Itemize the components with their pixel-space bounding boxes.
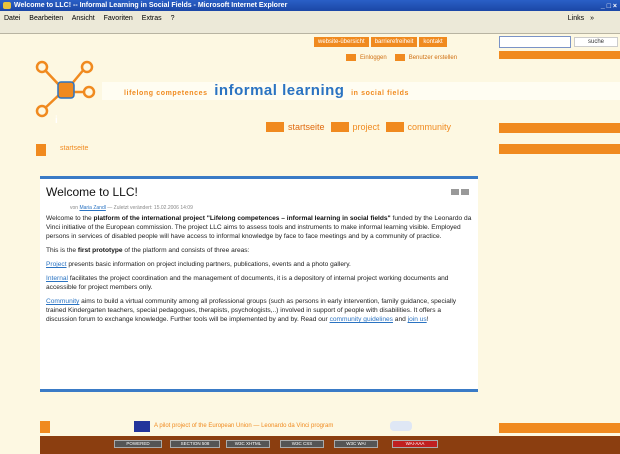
links-more-icon[interactable]: » xyxy=(590,15,594,22)
eu-pilot-text[interactable]: A pilot project of the European Union — … xyxy=(154,423,333,429)
powered-badge[interactable]: POWERED xyxy=(114,440,162,448)
eu-flag-icon xyxy=(134,421,150,432)
breadcrumb-current[interactable]: startseite xyxy=(60,145,88,152)
content-panel: Welcome to LLC! von Maria Zandl — Zuletz… xyxy=(40,176,478,392)
byline-modified: — Zuletzt verändert: 15.02.2006 14:09 xyxy=(107,205,193,211)
window-controls[interactable]: _ □ × xyxy=(601,1,617,11)
print-icon[interactable] xyxy=(461,189,469,195)
login-link[interactable]: Einloggen xyxy=(346,54,387,61)
register-icon xyxy=(394,54,405,61)
css-badge[interactable]: W3C CSS xyxy=(280,440,324,448)
site-banner: lifelong competences informal learning i… xyxy=(102,82,620,100)
project-link[interactable]: Project xyxy=(46,261,67,268)
link-contact[interactable]: kontakt xyxy=(419,37,447,47)
internal-link[interactable]: Internal xyxy=(46,275,68,282)
search-input[interactable] xyxy=(499,36,571,48)
menu-datei[interactable]: Datei xyxy=(4,15,20,22)
panel-bottom-border xyxy=(40,389,478,392)
links-label[interactable]: Links xyxy=(568,15,584,22)
ie-icon xyxy=(3,2,11,9)
nav-item-project[interactable]: project xyxy=(330,122,380,132)
badge-row: POWERED SECTION 508 W3C XHTML W3C CSS W3… xyxy=(40,436,620,454)
document-byline: von Maria Zandl — Zuletzt verändert: 15.… xyxy=(70,205,193,211)
menu-ansicht[interactable]: Ansicht xyxy=(72,15,95,22)
decorative-square xyxy=(40,421,50,433)
join-us-link[interactable]: join us xyxy=(408,316,427,323)
decorative-stripe xyxy=(499,123,620,133)
community-guidelines-link[interactable]: community guidelines xyxy=(330,316,393,323)
breadcrumb-icon xyxy=(36,144,46,156)
decorative-stripe xyxy=(499,144,620,154)
paragraph-intro: Welcome to the platform of the internati… xyxy=(46,215,472,240)
banner-title: informal learning xyxy=(214,82,345,99)
wai-badge[interactable]: W3C WAI xyxy=(334,440,378,448)
community-link[interactable]: Community xyxy=(46,298,79,305)
menu-bearbeiten[interactable]: Bearbeiten xyxy=(29,15,63,22)
decorative-stripe xyxy=(499,51,620,59)
panel-top-border xyxy=(40,176,478,179)
section508-badge[interactable]: SECTION 508 xyxy=(170,440,220,448)
document-actions xyxy=(451,189,469,195)
nav-label: startseite xyxy=(288,122,325,132)
footer: A pilot project of the European Union — … xyxy=(40,421,620,433)
paragraph-project: Project presents basic information on pr… xyxy=(46,261,351,268)
nav-square-icon xyxy=(385,122,404,132)
web-page: website-übersicht barrierefreiheit konta… xyxy=(35,34,620,454)
menu-bar: Datei Bearbeiten Ansicht Favoriten Extra… xyxy=(0,11,620,34)
paragraph-internal: Internal facilitates the project coordin… xyxy=(46,275,449,291)
menu-extras[interactable]: Extras xyxy=(142,15,162,22)
register-link[interactable]: Benutzer erstellen xyxy=(394,54,458,61)
search-button[interactable]: suche xyxy=(574,37,618,47)
menu-help[interactable]: ? xyxy=(171,15,175,22)
paragraph-prototype: This is the first prototype of the platf… xyxy=(46,247,250,254)
main-nav: startseite project community xyxy=(266,122,451,132)
login-links: Einloggen Benutzer erstellen xyxy=(346,54,457,61)
menu-favoriten[interactable]: Favoriten xyxy=(104,15,133,22)
decorative-stripe xyxy=(499,423,620,433)
leonardo-da-vinci-logo[interactable] xyxy=(390,421,412,431)
logo-graphic xyxy=(35,60,96,118)
nav-item-startseite[interactable]: startseite xyxy=(266,122,325,132)
login-icon xyxy=(346,54,356,61)
byline-prefix: von xyxy=(70,205,79,211)
banner-prefix: lifelong competences xyxy=(124,90,208,97)
top-links: website-übersicht barrierefreiheit konta… xyxy=(314,37,447,47)
link-website-overview[interactable]: website-übersicht xyxy=(314,37,369,47)
link-accessibility[interactable]: barrierefreiheit xyxy=(370,37,418,47)
register-label: Benutzer erstellen xyxy=(408,54,458,61)
nav-label: project xyxy=(352,122,380,132)
page-title: Welcome to LLC! xyxy=(46,185,138,199)
nav-square-icon xyxy=(266,122,284,132)
article-body: Welcome to the platform of the internati… xyxy=(46,214,472,329)
window-title: Welcome to LLC! -- Informal Learning in … xyxy=(14,2,288,9)
llc-logo[interactable]: i xyxy=(32,58,98,126)
nav-square-icon xyxy=(330,122,349,132)
paragraph-community: Community aims to build a virtual commun… xyxy=(46,298,457,323)
browser-viewport: website-übersicht barrierefreiheit konta… xyxy=(0,34,620,454)
nav-item-community[interactable]: community xyxy=(385,122,452,132)
send-email-icon[interactable] xyxy=(451,189,459,195)
banner-suffix: in social fields xyxy=(351,90,409,97)
login-label: Einloggen xyxy=(360,54,387,61)
xhtml-badge[interactable]: W3C XHTML xyxy=(226,440,270,448)
logo-letter: i xyxy=(55,115,58,126)
window-title-bar: Welcome to LLC! -- Informal Learning in … xyxy=(0,0,620,11)
nav-label: community xyxy=(407,122,452,132)
author-link[interactable]: Maria Zandl xyxy=(79,205,105,211)
wai-aaa-badge[interactable]: WAI-AAA xyxy=(392,440,438,448)
